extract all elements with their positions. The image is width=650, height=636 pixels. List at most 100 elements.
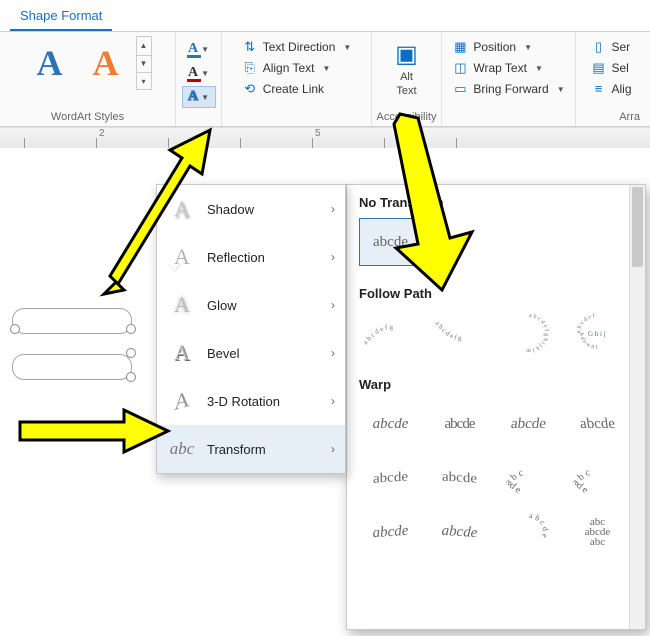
group-label-wordart: WordArt Styles [51,111,124,124]
followpath-arch-down-icon: a b c d e f g [430,311,490,355]
ruler: 2 5 [0,127,650,149]
warp-3[interactable]: abcde [494,400,564,448]
warp-1[interactable]: abcde [359,400,422,448]
rotation-icon: A [167,383,197,419]
align-text-icon: ⎘ [242,60,258,76]
align-icon: ≡ [590,81,606,96]
ribbon: A A ▲ ▼ ▾ WordArt Styles A ▼ A ▼ A [0,32,650,127]
position-button[interactable]: ▦Position▼ [448,38,536,56]
bevel-icon: A [167,339,197,367]
effects-glow-label: Glow [207,298,237,313]
selection-handle[interactable] [126,348,136,358]
align-text-label: Align Text [263,61,315,75]
text-effects-button[interactable]: A ▼ [182,86,216,108]
selection-handle[interactable] [126,372,136,382]
warp-8[interactable]: a b cd e [566,454,629,502]
chevron-right-icon: › [331,442,335,456]
effects-bevel-item[interactable]: A Bevel › [157,329,345,377]
shadow-icon: A [167,195,197,223]
effects-glow-item[interactable]: A Glow › [157,281,345,329]
transform-icon: abc [167,435,197,463]
warp-ring-icon: a b cd e [499,456,559,500]
selection-icon: ▤ [590,60,606,76]
warp-7[interactable]: a b cd e [497,454,560,502]
shape-rect-2[interactable] [12,354,132,380]
effects-transform-item[interactable]: abc Transform › [157,425,345,473]
align-button[interactable]: ≡ Alig [586,80,635,97]
align-text-button[interactable]: ⎘Align Text▼ [238,59,335,77]
selection-pane-button[interactable]: ▤Sel [586,59,632,77]
alt-text-icon: ▣ [395,40,418,69]
chevron-down-icon: ▼ [201,69,209,78]
effects-shadow-item[interactable]: A Shadow › [157,185,345,233]
svg-text:G h i j: G h i j [588,330,606,338]
create-link-button[interactable]: ⟲Create Link [238,80,328,98]
send-label: Ser [611,40,630,54]
group-text: ⇅Text Direction▼ ⎘Align Text▼ ⟲Create Li… [222,32,372,126]
followpath-button[interactable]: a b c d e f b d o w n l G h i j [566,309,629,357]
warp-11[interactable]: a b c d e [497,508,560,556]
gallery-scroll[interactable]: ▲ ▼ ▾ [136,36,152,90]
text-direction-button[interactable]: ⇅Text Direction▼ [238,38,356,56]
underline-swatch [187,55,201,58]
create-link-label: Create Link [263,82,324,96]
followpath-circle[interactable]: a b c d e f g h i j k l m [497,309,560,357]
wordart-preset-1[interactable]: A [24,37,76,89]
gallery-down-icon[interactable]: ▼ [137,55,151,72]
forward-icon: ▭ [452,81,468,97]
effects-3d-rotation-item[interactable]: A 3-D Rotation › [157,377,345,425]
alt-text-label2: Text [396,85,416,97]
text-outline-button[interactable]: A ▼ [182,62,216,84]
wrap-text-button[interactable]: ◫Wrap Text▼ [448,59,547,77]
gallery-up-icon[interactable]: ▲ [137,37,151,54]
position-label: Position [473,40,516,54]
reflection-icon: A [167,243,197,271]
group-wordart-styles: A A ▲ ▼ ▾ WordArt Styles [0,32,176,126]
selection-handle[interactable] [126,324,136,334]
warp-2[interactable]: abcde [428,400,491,448]
warp-5[interactable]: abcde [359,454,422,501]
position-icon: ▦ [452,39,468,55]
gallery-scrollbar[interactable] [629,185,645,629]
effects-reflection-label: Reflection [207,250,265,265]
bring-forward-label: Bring Forward [473,82,548,96]
followpath-arch-down[interactable]: a b c d e f g [428,309,491,357]
text-direction-icon: ⇅ [242,39,258,55]
shape-rect-1[interactable] [12,308,132,334]
text-effects-menu: A Shadow › A Reflection › A Glow › A Bev… [156,184,346,474]
effects-bevel-label: Bevel [207,346,240,361]
chevron-right-icon: › [331,346,335,360]
glow-icon: A [167,291,197,319]
svg-text:a b c d e f g h i j k l m: a b c d e f g h i j k l m [525,313,549,353]
section-follow-path: Follow Path [347,276,645,305]
followpath-arch-up[interactable]: a b c d e f g [359,309,422,357]
alt-text-button[interactable]: ▣ Alt Text [391,36,422,101]
arrange-align-label: Alig [611,82,631,96]
send-backward-button[interactable]: ▯Ser [586,38,634,56]
warp-6[interactable]: abcde [428,454,491,501]
text-effects-icon: A [188,89,198,105]
wordart-gallery[interactable]: A A ▲ ▼ ▾ [24,36,152,90]
bring-forward-button[interactable]: ▭Bring Forward▼ [448,80,568,98]
tab-shape-format[interactable]: Shape Format [10,2,112,31]
group-accessibility: ▣ Alt Text Accessibility [372,32,442,126]
warp-10[interactable]: abcde [426,506,492,558]
effects-shadow-label: Shadow [207,202,254,217]
warp-12[interactable]: abcabcdeabc [566,508,629,556]
chevron-right-icon: › [331,394,335,408]
wordart-preset-2[interactable]: A [80,37,132,89]
chevron-right-icon: › [331,298,335,312]
warp-9[interactable]: abcde [357,506,423,558]
text-direction-label: Text Direction [263,40,336,54]
effects-3d-rotation-label: 3-D Rotation [207,394,280,409]
text-fill-button[interactable]: A ▼ [182,38,216,60]
scrollbar-thumb[interactable] [632,187,643,267]
gallery-more-icon[interactable]: ▾ [137,72,151,89]
warp-4[interactable]: abcde [563,400,633,448]
followpath-button-icon: a b c d e f b d o w n l G h i j [568,311,628,355]
tab-bar: Shape Format [0,0,650,32]
chevron-right-icon: › [331,202,335,216]
effects-reflection-item[interactable]: A Reflection › [157,233,345,281]
transform-none[interactable]: abcde [359,218,422,266]
selection-handle[interactable] [10,324,20,334]
